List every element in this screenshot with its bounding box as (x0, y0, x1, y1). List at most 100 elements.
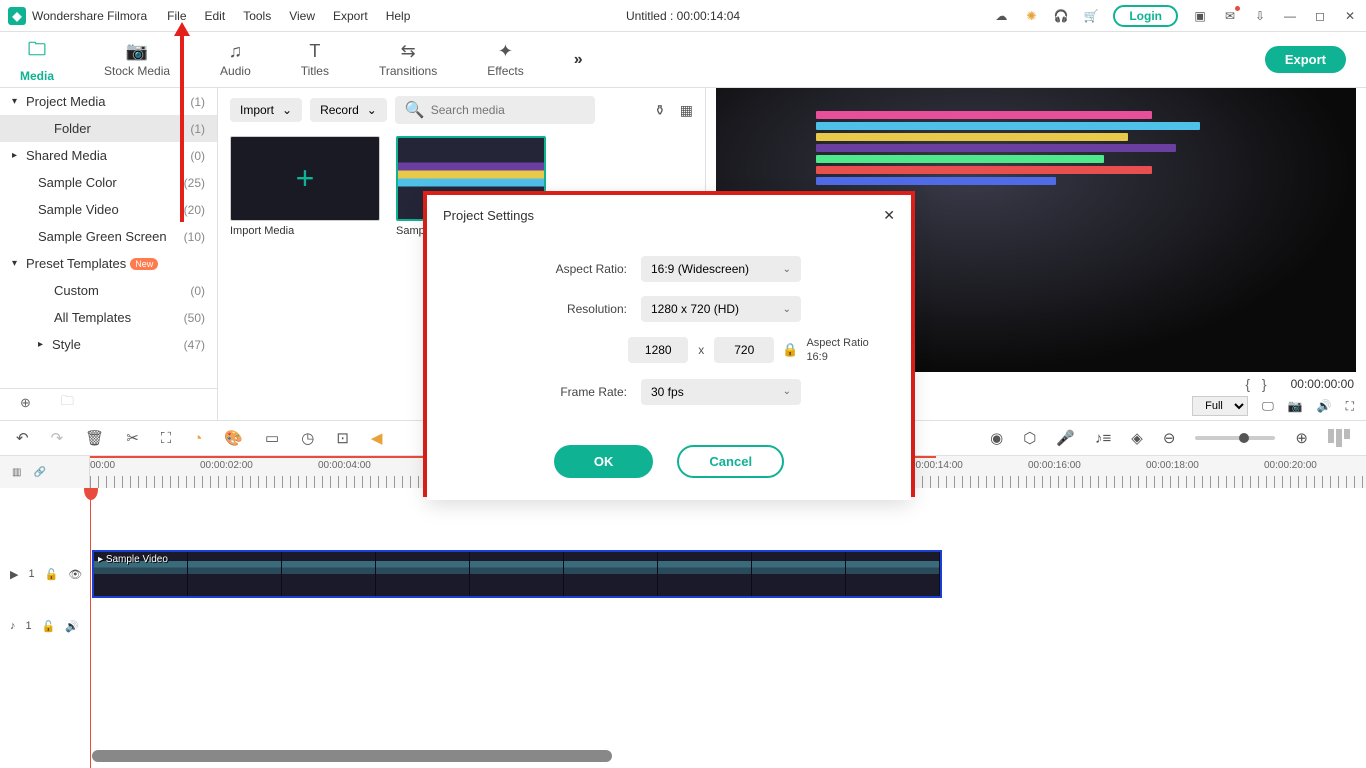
import-media-tile[interactable]: + Import Media (230, 136, 380, 237)
audio-mixer-icon[interactable] (1328, 429, 1350, 447)
video-track-row[interactable]: ▶1 🔓 👁 Sample Video (0, 548, 1366, 600)
link-icon[interactable]: 🔗 (33, 467, 45, 478)
menu-edit[interactable]: Edit (205, 9, 226, 23)
timer-icon[interactable]: ◷ (301, 429, 314, 447)
redo-icon[interactable]: ↷ (51, 429, 64, 447)
dialog-title: Project Settings (443, 208, 534, 223)
volume-icon[interactable]: 🔊 (1317, 399, 1332, 413)
sidebar-sample-color[interactable]: Sample Color(25) (0, 169, 217, 196)
aspect-ratio-select[interactable]: 16:9 (Widescreen)⌄ (641, 256, 801, 282)
close-window-icon[interactable]: ✕ (1342, 8, 1358, 24)
lock-icon[interactable]: 🔒 (782, 342, 798, 358)
undo-icon[interactable]: ↶ (16, 429, 29, 447)
minimize-icon[interactable]: — (1282, 8, 1298, 24)
lock-icon[interactable]: 🔓 (45, 568, 59, 581)
cut-icon[interactable]: ✂ (126, 429, 139, 447)
zoom-slider[interactable] (1195, 436, 1275, 440)
width-input[interactable] (628, 337, 688, 363)
zoom-in-icon[interactable]: ⊕ (1295, 429, 1308, 447)
sidebar-project-media[interactable]: ▾Project Media(1) (0, 88, 217, 115)
download-icon[interactable]: ⇩ (1252, 8, 1268, 24)
sidebar-sample-green-screen[interactable]: Sample Green Screen(10) (0, 223, 217, 250)
lock-icon[interactable]: 🔓 (42, 620, 56, 633)
playhead-line (90, 488, 91, 768)
close-icon[interactable]: ✕ (883, 207, 895, 224)
sidebar-custom[interactable]: Custom(0) (0, 277, 217, 304)
login-button[interactable]: Login (1113, 5, 1178, 27)
height-input[interactable] (714, 337, 774, 363)
timeline-settings-icon[interactable]: ▥ (12, 467, 21, 478)
color-icon[interactable]: 🎨 (224, 429, 243, 447)
marker-icon[interactable]: ⬡ (1023, 429, 1036, 447)
edit-point-icon[interactable]: ◀ (371, 429, 383, 447)
audio-sync-icon[interactable]: ♪≡ (1095, 430, 1111, 447)
import-dropdown[interactable]: Import⌄ (230, 98, 302, 122)
grid-view-icon[interactable]: ▦ (680, 102, 693, 119)
new-folder-icon[interactable]: ⊕ (20, 395, 31, 411)
horizontal-scrollbar[interactable] (92, 750, 612, 762)
title-bar: ◆ Wondershare Filmora File Edit Tools Vi… (0, 0, 1366, 32)
more-tabs-icon[interactable]: » (574, 51, 583, 69)
adjust-icon[interactable]: ◉ (990, 429, 1003, 447)
sidebar-folder[interactable]: Folder(1) (0, 115, 217, 142)
mic-icon[interactable]: 🎤 (1056, 429, 1075, 447)
fullscreen-icon[interactable]: ⛶ (1346, 399, 1354, 414)
app-name: Wondershare Filmora (32, 9, 147, 23)
tab-effects[interactable]: ✦Effects (487, 41, 523, 78)
focus-icon[interactable]: ⊡ (336, 429, 349, 447)
resolution-label: Resolution: (451, 302, 641, 316)
sidebar-shared-media[interactable]: ▸Shared Media(0) (0, 142, 217, 169)
frame-rate-select[interactable]: 30 fps⌄ (641, 379, 801, 405)
menu-help[interactable]: Help (386, 9, 411, 23)
titlebar-right: ☁ ✺ 🎧 🛒 Login ▣ ✉ ⇩ — ◻ ✕ (993, 5, 1358, 27)
eye-icon[interactable]: 👁 (68, 568, 82, 581)
search-media-field[interactable]: 🔍 (395, 96, 595, 124)
export-button[interactable]: Export (1265, 46, 1346, 73)
video-clip[interactable]: Sample Video (92, 550, 942, 598)
menu-view[interactable]: View (289, 9, 315, 23)
green-screen-icon[interactable]: ▭ (265, 429, 279, 447)
chevron-down-icon: ⌄ (783, 264, 791, 275)
mark-in-out-braces[interactable]: { } (1245, 376, 1270, 392)
monitor-icon[interactable]: 🖵 (1262, 399, 1274, 414)
folder-icon[interactable]: 🗀 (61, 392, 74, 414)
resolution-select[interactable]: 1280 x 720 (HD)⌄ (641, 296, 801, 322)
sidebar-preset-templates[interactable]: ▾Preset TemplatesNew (0, 250, 217, 277)
menu-tools[interactable]: Tools (243, 9, 271, 23)
filter-icon[interactable]: ⚱ (654, 102, 666, 119)
sidebar-style[interactable]: ▸Style(47) (0, 331, 217, 358)
frame-rate-label: Frame Rate: (451, 385, 641, 399)
menu-export[interactable]: Export (333, 9, 368, 23)
sidebar-all-templates[interactable]: All Templates(50) (0, 304, 217, 331)
speaker-icon[interactable]: 🔊 (65, 620, 79, 633)
save-icon[interactable]: ▣ (1192, 8, 1208, 24)
snapshot-icon[interactable]: 📷 (1288, 399, 1303, 413)
plus-icon: + (231, 137, 379, 220)
sidebar-sample-video[interactable]: Sample Video(20) (0, 196, 217, 223)
cart-icon[interactable]: 🛒 (1083, 8, 1099, 24)
record-dropdown[interactable]: Record⌄ (310, 98, 387, 122)
menu-file[interactable]: File (167, 9, 186, 23)
headset-icon[interactable]: 🎧 (1053, 8, 1069, 24)
chevron-down-icon: ⌄ (282, 103, 292, 117)
tips-icon[interactable]: ✺ (1023, 8, 1039, 24)
keyframe-icon[interactable]: ◈ (1131, 429, 1143, 447)
tab-titles[interactable]: TTitles (301, 41, 329, 78)
zoom-out-icon[interactable]: ⊖ (1163, 429, 1176, 447)
cloud-icon[interactable]: ☁ (993, 8, 1009, 24)
cancel-button[interactable]: Cancel (677, 445, 784, 478)
tab-audio[interactable]: ♫Audio (220, 41, 251, 78)
delete-icon[interactable]: 🗑 (85, 429, 104, 447)
tab-stock-media[interactable]: 📷Stock Media (104, 41, 170, 78)
search-input[interactable] (431, 103, 585, 117)
quality-select[interactable]: Full (1192, 396, 1248, 416)
ok-button[interactable]: OK (554, 445, 654, 478)
speed-icon[interactable]: ◔ (193, 430, 202, 447)
message-icon[interactable]: ✉ (1222, 8, 1238, 24)
crop-icon[interactable]: ⛶ (161, 430, 172, 447)
tab-media[interactable]: 🗀Media (20, 37, 54, 83)
tab-transitions[interactable]: ⇆Transitions (379, 41, 437, 78)
maximize-icon[interactable]: ◻ (1312, 8, 1328, 24)
timeline[interactable]: ▶1 🔓 👁 Sample Video ♪1 🔓 🔊 (0, 488, 1366, 768)
audio-track-row[interactable]: ♪1 🔓 🔊 (0, 600, 1366, 652)
